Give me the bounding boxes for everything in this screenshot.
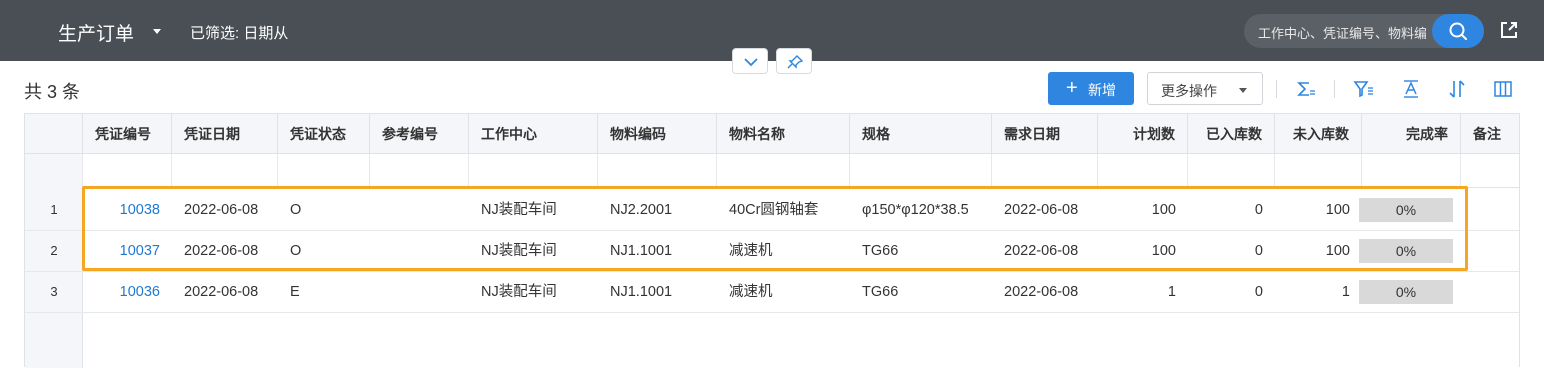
filter-cell[interactable] [598, 154, 717, 188]
voucher-status: E [290, 284, 300, 300]
table-row[interactable]: 3 10036 2022-06-08 E NJ装配车间 NJ1.1001 减速机… [25, 272, 1519, 313]
filter-cell[interactable] [992, 154, 1098, 188]
filter-cell[interactable] [1362, 154, 1461, 188]
column-header[interactable]: 凭证状态 [278, 114, 370, 154]
collapse-toggle-button[interactable] [732, 48, 768, 74]
add-button[interactable]: + 新增 [1048, 72, 1134, 105]
search-button[interactable] [1432, 14, 1484, 48]
column-header[interactable]: 未入库数 [1275, 114, 1362, 154]
column-header[interactable]: 已入库数 [1188, 114, 1275, 154]
column-header[interactable]: 凭证日期 [172, 114, 278, 154]
page-title[interactable]: 生产订单 [58, 19, 134, 46]
voucher-link[interactable]: 10036 [83, 272, 172, 313]
toolbar-divider [1276, 80, 1277, 98]
filter-icon[interactable] [1352, 78, 1374, 100]
table-header: 凭证编号 凭证日期 凭证状态 参考编号 工作中心 物料编码 物料名称 规格 需求… [25, 114, 1519, 154]
filter-cell[interactable] [1275, 154, 1362, 188]
selection-highlight-box [82, 186, 1468, 271]
column-header[interactable]: 规格 [850, 114, 992, 154]
pin-icon [787, 55, 804, 69]
search-icon [1449, 22, 1467, 40]
filter-row-number-cell [25, 154, 83, 188]
caret-down-icon [1239, 88, 1247, 93]
toolbar-divider [1334, 80, 1335, 98]
column-header[interactable]: 完成率 [1362, 114, 1461, 154]
row-number-header [25, 114, 83, 154]
due-date: 2022-06-08 [1004, 284, 1079, 300]
completion-rate-bar: 0% [1359, 280, 1453, 304]
row-number: 2 [50, 243, 58, 258]
filter-cell[interactable] [1461, 154, 1519, 188]
plus-icon: + [1066, 77, 1078, 99]
filter-cell[interactable] [717, 154, 850, 188]
search-box[interactable]: 工作中心、凭证编号、物料编码 [1244, 14, 1484, 48]
pending-qty: 1 [1341, 284, 1350, 300]
top-bar: 生产订单 已筛选: 日期从 工作中心、凭证编号、物料编码 [0, 0, 1544, 61]
specification: TG66 [862, 284, 899, 300]
filter-cell[interactable] [469, 154, 598, 188]
pin-toggle-button[interactable] [776, 48, 812, 74]
record-count: 共 3 条 [24, 82, 81, 102]
column-header[interactable]: 备注 [1461, 114, 1519, 154]
search-input[interactable]: 工作中心、凭证编号、物料编码 [1258, 23, 1426, 42]
sort-icon[interactable] [1446, 78, 1468, 100]
received-qty: 0 [1254, 284, 1263, 300]
title-dropdown-caret-icon[interactable] [153, 29, 161, 34]
planned-qty: 1 [1167, 284, 1176, 300]
more-actions-button[interactable]: 更多操作 [1147, 72, 1263, 105]
material-code: NJ1.1001 [610, 284, 673, 300]
filter-row [25, 154, 1519, 188]
column-header[interactable]: 参考编号 [370, 114, 469, 154]
remark [1461, 272, 1519, 313]
column-header[interactable]: 物料编码 [598, 114, 717, 154]
add-button-label: 新增 [1088, 82, 1116, 98]
work-center: NJ装配车间 [481, 284, 557, 300]
column-header[interactable]: 工作中心 [469, 114, 598, 154]
text-style-icon[interactable] [1400, 78, 1422, 100]
more-actions-label: 更多操作 [1161, 83, 1217, 99]
sum-icon[interactable] [1294, 78, 1316, 100]
column-header[interactable]: 凭证编号 [83, 114, 172, 154]
remark [1461, 190, 1519, 231]
chevron-down-icon [744, 58, 758, 67]
reference-number [370, 272, 469, 313]
column-header[interactable]: 物料名称 [717, 114, 850, 154]
material-name: 减速机 [729, 284, 773, 300]
filter-cell[interactable] [850, 154, 992, 188]
row-number: 1 [50, 202, 58, 217]
column-header[interactable]: 计划数 [1098, 114, 1188, 154]
filter-cell[interactable] [278, 154, 370, 188]
remark [1461, 231, 1519, 272]
export-icon[interactable] [1498, 19, 1520, 41]
filter-cell[interactable] [83, 154, 172, 188]
voucher-date: 2022-06-08 [184, 284, 259, 300]
filter-cell[interactable] [1188, 154, 1275, 188]
filter-cell[interactable] [370, 154, 469, 188]
column-header[interactable]: 需求日期 [992, 114, 1098, 154]
columns-icon[interactable] [1492, 78, 1514, 100]
filter-cell[interactable] [172, 154, 278, 188]
row-number: 3 [50, 284, 58, 299]
filter-cell[interactable] [1098, 154, 1188, 188]
filter-summary[interactable]: 已筛选: 日期从 [190, 22, 288, 43]
